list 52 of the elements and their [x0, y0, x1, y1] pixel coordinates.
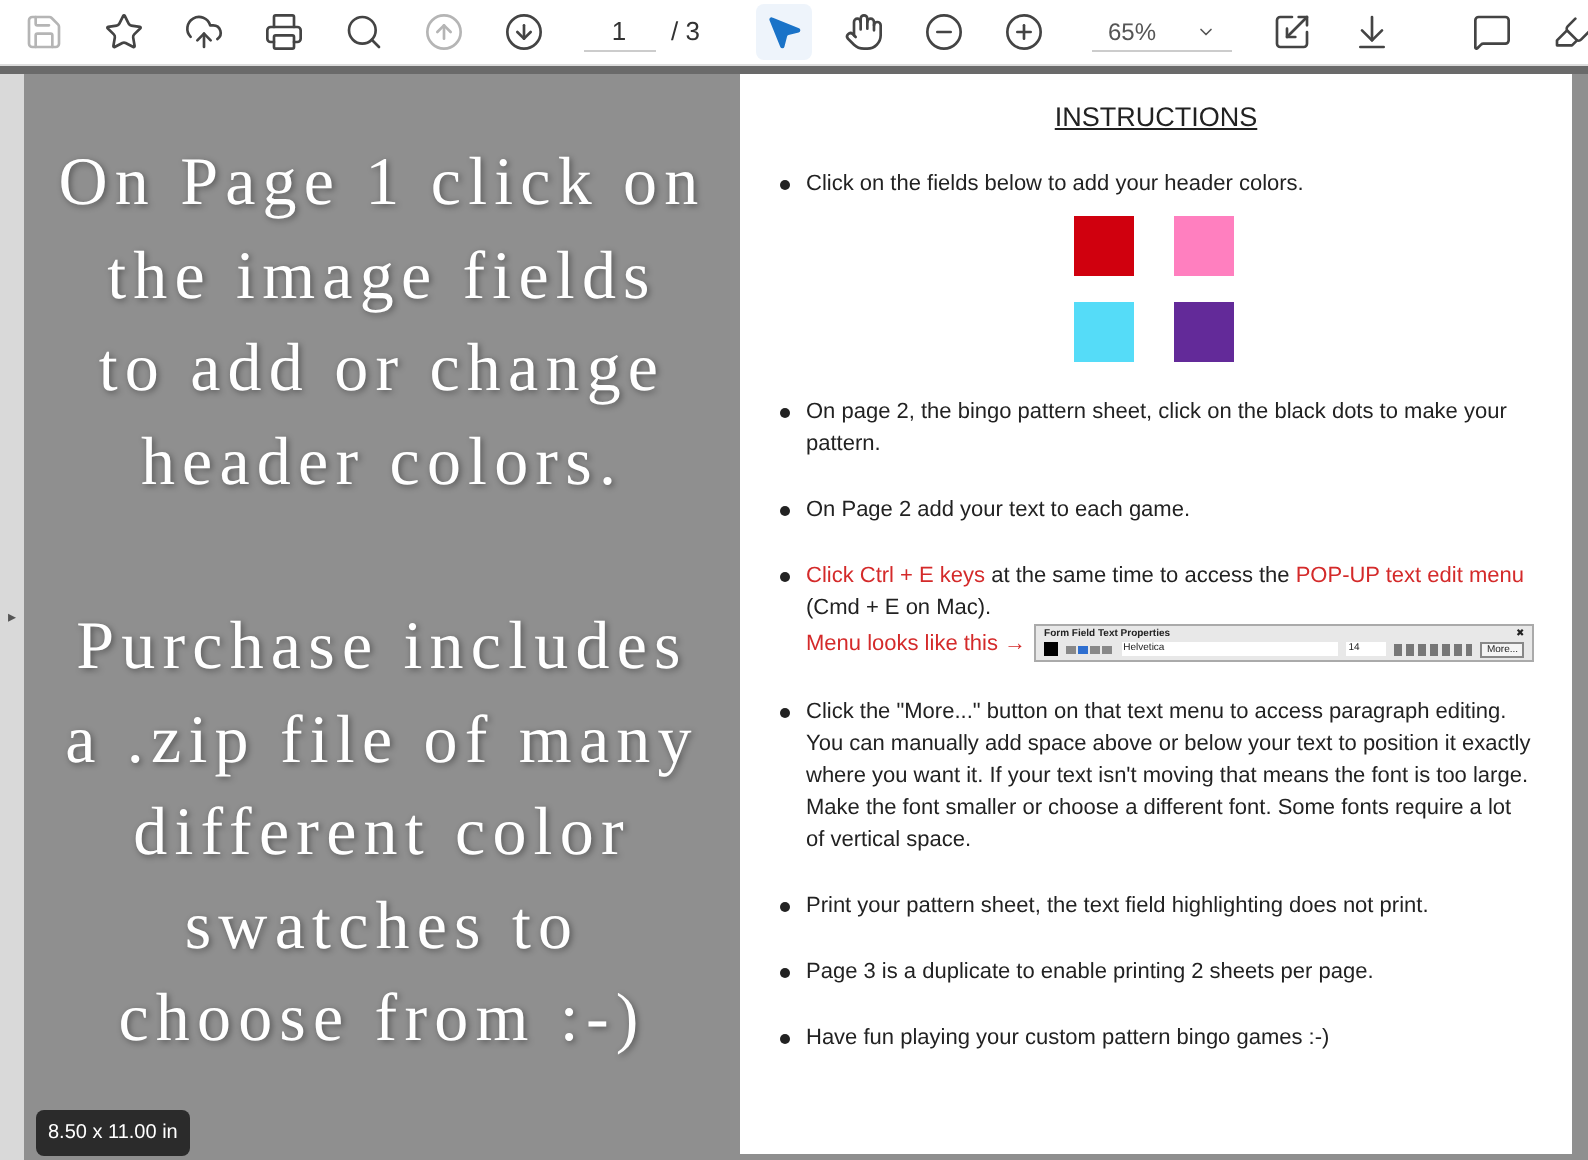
color-swatch[interactable] [1173, 302, 1233, 362]
page-total: / 3 [671, 14, 700, 51]
promo-text-line: header colors. [140, 423, 624, 503]
color-swatch[interactable] [1173, 216, 1233, 276]
expand-arrow[interactable]: ▸ [8, 605, 16, 629]
save-icon [24, 12, 64, 52]
bullet-icon [780, 968, 790, 978]
promo-text-line: swatches to [184, 887, 580, 967]
search-icon [344, 12, 384, 52]
comment-icon [1472, 12, 1512, 52]
instruction-text: Have fun playing your custom pattern bingo games :-) [806, 1024, 1332, 1054]
bullet-icon [780, 902, 790, 912]
promo-text-line: choose from :-) [118, 980, 646, 1060]
bullet-icon [780, 506, 790, 516]
instruction-text: Click the "More..." button on that text menu to access paragraph editing. You can manually add space above or below your text to position it exactly where you want it. If your text isn't moving that means the font is too large. Make the font smaller or choose a different font. Some fonts require a lot of vertical space. [806, 698, 1532, 856]
printer-icon [264, 12, 304, 52]
bullet-icon [780, 708, 790, 718]
instruction-text: Click on the fields below to add your header colors. [806, 170, 1306, 200]
zoom-out-icon [923, 12, 964, 52]
promo-text-line: On Page 1 click on [58, 144, 706, 224]
bullet-icon [780, 572, 790, 582]
page-size-badge: 8.50 x 11.00 in [36, 1110, 190, 1156]
bullet-icon [780, 408, 790, 418]
color-swatch-icon [1044, 642, 1058, 656]
bullet-icon [780, 180, 790, 190]
pointer-button[interactable] [755, 4, 812, 60]
instruction-text: On page 2, the bingo pattern sheet, click on the black dots to make your pattern. [806, 398, 1509, 460]
instruction-text: Click Ctrl + E keys at the same time to access the POP-UP text edit menu (Cmd + E on Mac). [806, 562, 1526, 624]
hand-icon [843, 12, 884, 52]
zoom-in-icon [1003, 12, 1044, 52]
zoom-dropdown[interactable]: 65% [1091, 13, 1232, 51]
align-icons-drawing [1065, 643, 1114, 655]
bullet-icon [780, 1034, 790, 1044]
instruction-text: Print your pattern sheet, the text field highlighting does not print. [806, 892, 1431, 922]
star-icon [104, 12, 144, 52]
menu-note: Menu looks like this → [806, 629, 1027, 659]
fit-page-icon [1272, 12, 1312, 52]
page-number-field[interactable]: 1 [583, 11, 655, 53]
pointer-icon [763, 12, 804, 52]
promo-text-line: Purchase includes [76, 608, 688, 688]
promo-text-line: a .zip file of many [65, 701, 699, 781]
promo-text-line: to add or change [98, 330, 666, 410]
highlighter-icon [1552, 12, 1588, 52]
instruction-text: On Page 2 add your text to each game. [806, 496, 1193, 526]
promo-text-line: the image fields [107, 237, 657, 317]
promo-text-line: different color [133, 794, 631, 874]
instructions-heading: INSTRUCTIONS [1054, 102, 1258, 134]
color-swatch[interactable] [1073, 216, 1133, 276]
cloud-upload-icon [184, 12, 224, 52]
color-swatch[interactable] [1073, 302, 1133, 362]
instruction-text: Page 3 is a duplicate to enable printing 2 sheets per page. [806, 958, 1376, 988]
format-icons-drawing [1394, 643, 1473, 655]
